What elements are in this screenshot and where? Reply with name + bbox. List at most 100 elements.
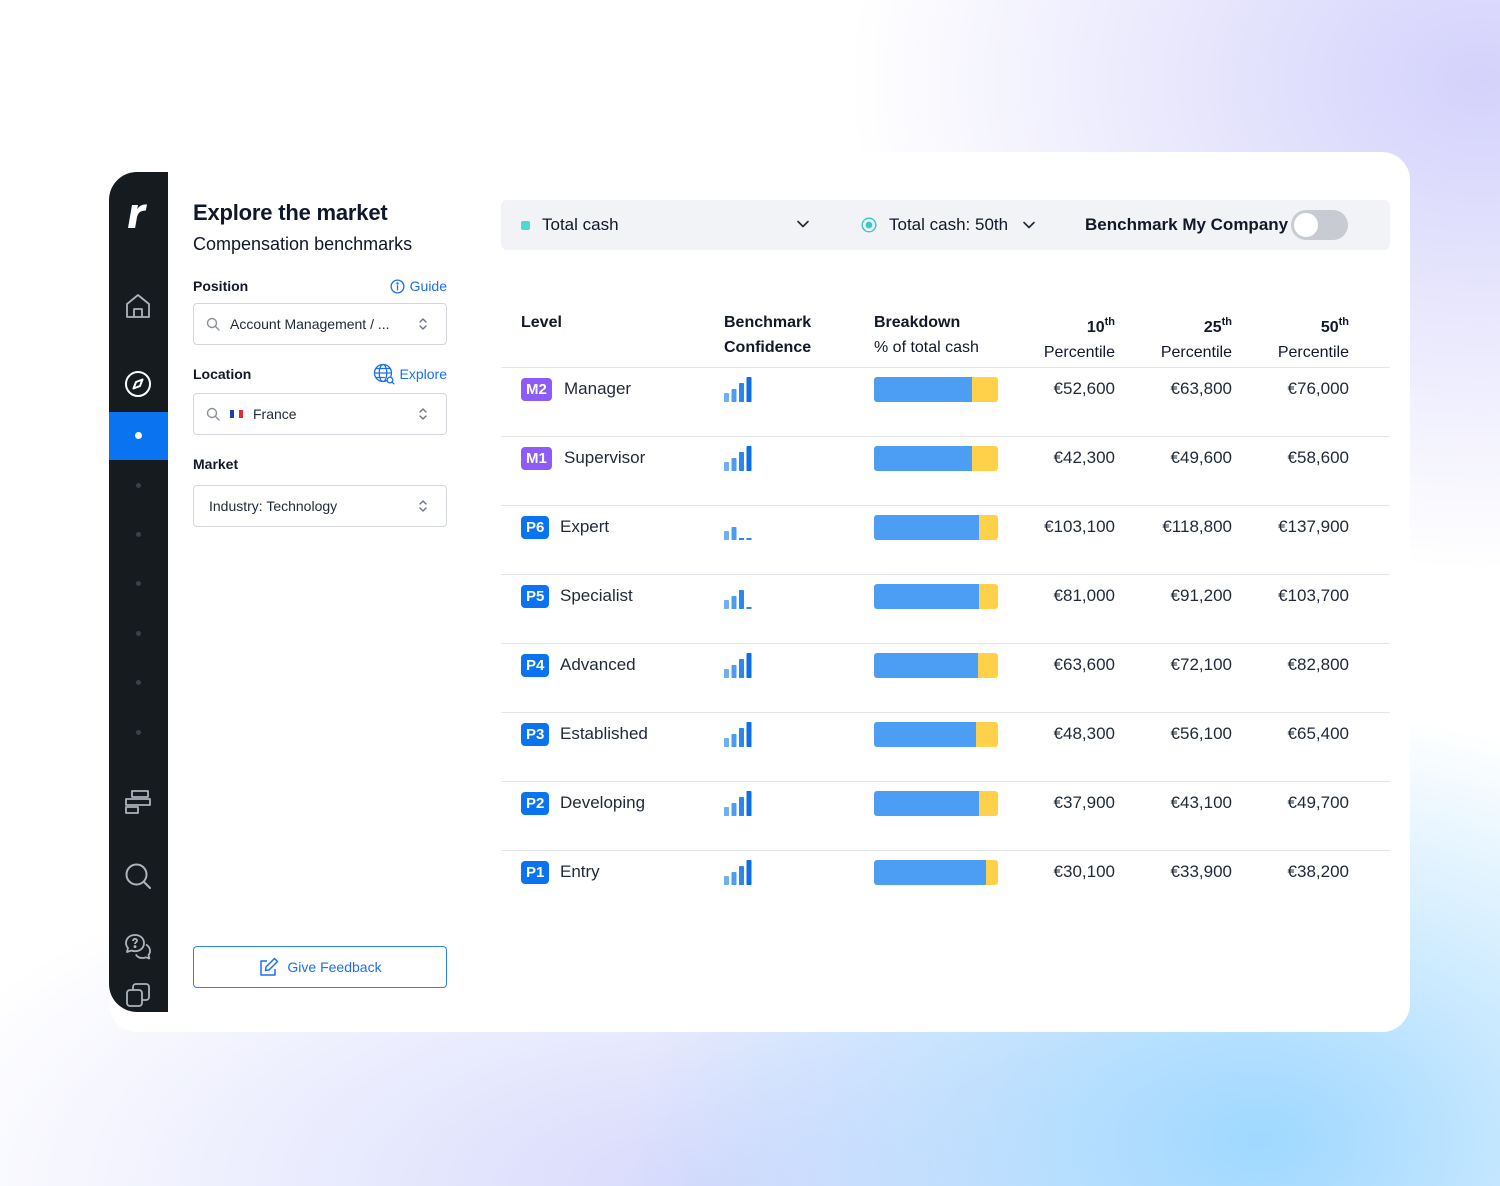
benchmark-toolbar: Total cash Total cash: 50th Benchmark My… (501, 200, 1390, 250)
chevron-down-icon (1023, 221, 1035, 229)
layout-icon[interactable] (123, 787, 153, 817)
confidence-bar (724, 807, 729, 816)
compass-icon[interactable] (123, 369, 153, 399)
level-role: Entry (560, 862, 600, 881)
info-icon (390, 278, 405, 294)
p25-value: €72,100 (1170, 655, 1232, 674)
confidence-bar (739, 383, 744, 402)
level-code-badge: P4 (521, 654, 550, 677)
confidence-bar (724, 738, 729, 747)
p10-value: €63,600 (1053, 655, 1115, 674)
position-select[interactable]: Account Management / ... (193, 303, 447, 345)
confidence-bars-icon (724, 590, 752, 609)
table-row[interactable]: P4 Advanced €63,600 €72,100 €82,800 (501, 644, 1390, 713)
level-role: Supervisor (564, 448, 646, 467)
edit-icon (260, 957, 279, 976)
p10-value: €37,900 (1053, 793, 1115, 812)
base-salary-segment (874, 584, 980, 609)
level-role: Established (560, 724, 648, 743)
table-row[interactable]: P1 Entry €30,100 €33,900 €38,200 (501, 851, 1390, 920)
documents-icon[interactable] (123, 980, 153, 1010)
p50-value: €103,700 (1278, 586, 1349, 605)
metric-color-swatch (521, 220, 530, 230)
globe-icon (373, 363, 394, 385)
table-row[interactable]: M1 Supervisor €42,300 €49,600 €58,600 (501, 437, 1390, 506)
location-label-row: Location Explore (193, 363, 447, 385)
give-feedback-button[interactable]: Give Feedback (193, 946, 447, 988)
benchmark-table: Level Benchmark Confidence Breakdown% of … (501, 302, 1390, 920)
breakdown-bar (874, 515, 998, 540)
chevron-updown-icon (419, 408, 427, 420)
subnav-dot[interactable] (136, 581, 141, 586)
p50-value: €49,700 (1287, 793, 1349, 812)
table-row[interactable]: P2 Developing €37,900 €43,100 €49,700 (501, 782, 1390, 851)
position-label: Position (193, 278, 249, 294)
confidence-bar (739, 797, 744, 816)
active-subnav-dot (135, 432, 142, 439)
base-salary-segment (874, 446, 972, 471)
confidence-bar (746, 722, 752, 747)
confidence-bar (739, 659, 744, 678)
benchmark-company-toggle[interactable] (1291, 210, 1348, 240)
level-code-badge: P3 (521, 723, 550, 746)
subnav-dot[interactable] (136, 532, 141, 537)
header-p25: 25th Percentile (1160, 316, 1232, 361)
base-salary-segment (874, 653, 979, 678)
france-flag-icon (230, 410, 243, 418)
app-logo-icon[interactable] (123, 198, 155, 230)
table-row[interactable]: P5 Specialist €81,000 €91,200 €103,700 (501, 575, 1390, 644)
search-icon (206, 407, 220, 421)
metric-select[interactable]: Total cash (521, 215, 619, 235)
table-row[interactable]: P3 Established €48,300 €56,100 €65,400 (501, 713, 1390, 782)
breakdown-bar (874, 377, 998, 402)
page-title: Explore the market (193, 200, 388, 225)
confidence-bar (739, 866, 744, 885)
percentile-select[interactable]: Total cash: 50th (861, 215, 1036, 235)
subnav-dot[interactable] (136, 730, 141, 735)
variable-pay-segment (979, 791, 998, 816)
subnav-dot[interactable] (136, 483, 141, 488)
level-code-badge: M1 (521, 447, 552, 470)
breakdown-bar (874, 653, 998, 678)
page-subtitle: Compensation benchmarks (193, 234, 413, 254)
explore-link[interactable]: Explore (373, 363, 447, 385)
guide-link[interactable]: Guide (390, 278, 447, 294)
help-chat-icon[interactable] (123, 932, 153, 962)
p25-value: €43,100 (1170, 793, 1232, 812)
toggle-knob (1294, 213, 1318, 237)
breakdown-bar (874, 860, 998, 885)
subnav-dot[interactable] (136, 680, 141, 685)
chevron-updown-icon (419, 318, 427, 330)
location-select[interactable]: France (193, 393, 447, 435)
table-row[interactable]: P6 Expert €103,100 €118,800 €137,900 (501, 506, 1390, 575)
confidence-bar (739, 590, 744, 609)
p10-value: €42,300 (1053, 448, 1115, 467)
chevron-down-icon[interactable] (796, 219, 810, 229)
market-select[interactable]: Industry: Technology (193, 485, 447, 527)
header-p50: 50th Percentile (1277, 316, 1349, 361)
subnav-dot[interactable] (136, 631, 141, 636)
metric-value: Total cash (542, 215, 619, 234)
header-breakdown: Breakdown% of total cash (874, 314, 979, 356)
confidence-bar (731, 872, 737, 885)
p25-value: €118,800 (1162, 517, 1232, 536)
chevron-updown-icon (419, 500, 427, 512)
p10-value: €81,000 (1053, 586, 1115, 605)
home-icon[interactable] (123, 291, 153, 321)
p25-value: €49,600 (1170, 448, 1232, 467)
confidence-bars-icon (724, 446, 752, 471)
variable-pay-segment (975, 722, 998, 747)
p25-value: €56,100 (1170, 724, 1232, 743)
variable-pay-segment (971, 377, 998, 402)
base-salary-segment (874, 860, 986, 885)
variable-pay-segment (978, 653, 998, 678)
confidence-bar (724, 600, 729, 609)
search-icon[interactable] (123, 861, 153, 891)
variable-pay-segment (985, 860, 998, 885)
filter-panel: Explore the market Compensation benchmar… (193, 200, 447, 527)
table-row[interactable]: M2 Manager €52,600 €63,800 €76,000 (501, 368, 1390, 437)
breakdown-bar (874, 722, 998, 747)
confidence-bars-icon (724, 722, 752, 747)
market-value: Industry: Technology (209, 498, 338, 514)
guide-link-label: Guide (409, 278, 447, 294)
